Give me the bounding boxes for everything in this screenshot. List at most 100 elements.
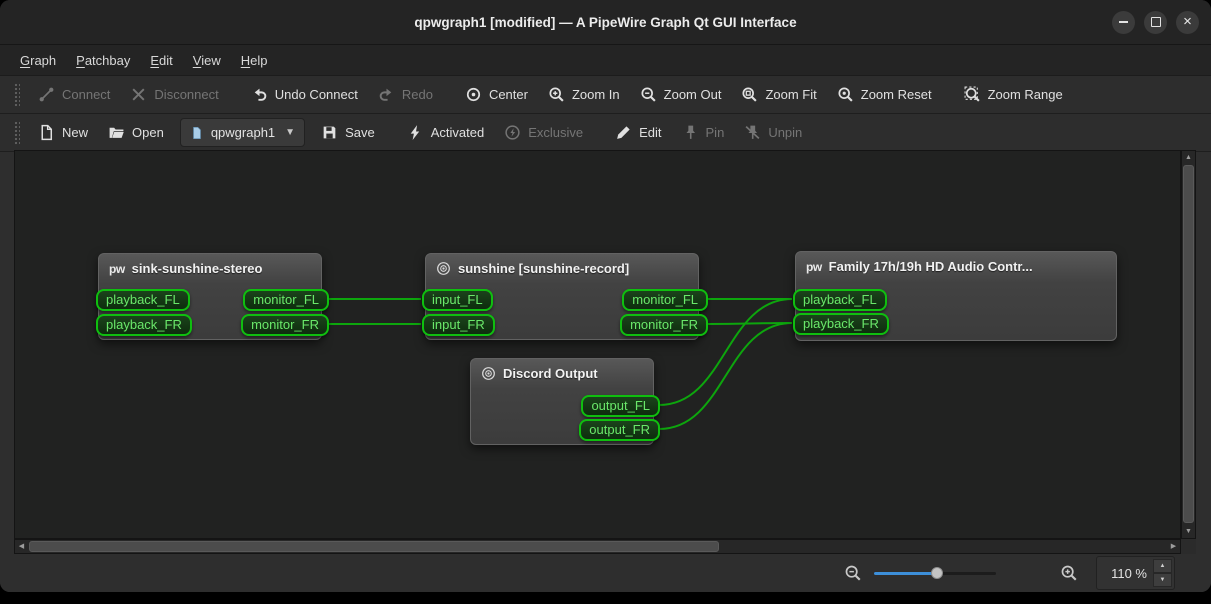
zoom-out-icon[interactable] [844, 564, 862, 582]
node-title: sink-sunshine-stereo [132, 261, 263, 276]
node-title: Family 17h/19h HD Audio Contr... [829, 259, 1033, 274]
menu-help[interactable]: Help [231, 48, 278, 73]
window-controls: × [1112, 0, 1199, 44]
close-button[interactable]: × [1176, 11, 1199, 34]
scroll-left-arrow[interactable]: ◀ [15, 540, 28, 553]
node-header: Discord Output [471, 359, 653, 388]
zoom-value: 110 % [1105, 566, 1147, 581]
statusbar: 110 % ▲ ▼ [0, 554, 1211, 592]
port-playback-fl[interactable]: playback_FL [96, 289, 190, 311]
undo-label: Undo Connect [275, 87, 358, 102]
titlebar: qpwgraph1 [modified] — A PipeWire Graph … [0, 0, 1211, 45]
port-monitor-fr[interactable]: monitor_FR [241, 314, 329, 336]
menu-view[interactable]: View [183, 48, 231, 73]
redo-label: Redo [402, 87, 433, 102]
menu-patchbay[interactable]: Patchbay [66, 48, 140, 73]
port-monitor-fl[interactable]: monitor_FL [622, 289, 708, 311]
unpin-button[interactable]: Unpin [734, 118, 812, 147]
canvas-area: pw sink-sunshine-stereo playback_FL play… [14, 150, 1196, 554]
scroll-right-arrow[interactable]: ▶ [1167, 540, 1180, 553]
session-name: qpwgraph1 [211, 125, 275, 140]
connections-layer [15, 151, 1180, 538]
port-monitor-fl[interactable]: monitor_FL [243, 289, 329, 311]
zoom-spinbox[interactable]: 110 % ▲ ▼ [1096, 556, 1175, 590]
port-monitor-fr[interactable]: monitor_FR [620, 314, 708, 336]
zoom-out-button[interactable]: Zoom Out [630, 80, 732, 109]
session-combobox[interactable]: qpwgraph1 ▼ [180, 118, 305, 147]
node-title: Discord Output [503, 366, 598, 381]
undo-connect-button[interactable]: Undo Connect [241, 80, 368, 109]
horizontal-scrollbar[interactable]: ◀ ▶ [14, 539, 1181, 554]
spin-up-button[interactable]: ▲ [1153, 559, 1172, 573]
minimize-button[interactable] [1112, 11, 1135, 34]
graph-node-discord-output[interactable]: Discord Output output_FL output_FR [470, 358, 654, 445]
zoom-slider-thumb[interactable] [931, 567, 943, 579]
audio-icon [481, 366, 496, 381]
zoom-reset-icon [837, 86, 854, 103]
disconnect-label: Disconnect [154, 87, 218, 102]
activated-button[interactable]: Activated [397, 118, 494, 147]
scroll-up-arrow[interactable]: ▲ [1182, 151, 1195, 164]
spin-buttons: ▲ ▼ [1153, 559, 1172, 587]
window-title: qpwgraph1 [modified] — A PipeWire Graph … [414, 15, 796, 30]
toolbar-drag-handle[interactable] [14, 121, 20, 145]
port-playback-fl[interactable]: playback_FL [793, 289, 887, 311]
save-button[interactable]: Save [311, 118, 385, 147]
zoom-range-label: Zoom Range [988, 87, 1063, 102]
disconnect-button[interactable]: Disconnect [120, 80, 228, 109]
graph-toolbar: Connect Disconnect Undo Connect Redo Cen… [0, 76, 1211, 114]
zoom-slider[interactable] [874, 565, 996, 581]
redo-icon [378, 86, 395, 103]
port-output-fl[interactable]: output_FL [581, 395, 660, 417]
graph-node-sunshine[interactable]: sunshine [sunshine-record] input_FL inpu… [425, 253, 699, 340]
zoom-in-button[interactable]: Zoom In [538, 80, 630, 109]
port-input-fr[interactable]: input_FR [422, 314, 495, 336]
center-icon [465, 86, 482, 103]
new-button[interactable]: New [28, 118, 98, 147]
toolbar-drag-handle[interactable] [14, 83, 20, 107]
node-header: sunshine [sunshine-record] [426, 254, 698, 283]
vertical-scrollbar[interactable]: ▲ ▼ [1181, 150, 1196, 539]
zoom-in-icon[interactable] [1060, 564, 1078, 582]
open-button[interactable]: Open [98, 118, 174, 147]
zoom-fit-button[interactable]: Zoom Fit [731, 80, 826, 109]
activated-bolt-icon [407, 124, 424, 141]
activated-label: Activated [431, 125, 484, 140]
center-button[interactable]: Center [455, 80, 538, 109]
pin-label: Pin [706, 125, 725, 140]
port-output-fr[interactable]: output_FR [579, 419, 660, 441]
graph-canvas[interactable]: pw sink-sunshine-stereo playback_FL play… [14, 150, 1181, 539]
vertical-scrollbar-thumb[interactable] [1183, 165, 1194, 523]
redo-button[interactable]: Redo [368, 80, 443, 109]
pin-icon [682, 124, 699, 141]
zoom-in-label: Zoom In [572, 87, 620, 102]
pipewire-icon: pw [806, 261, 822, 273]
undo-icon [251, 86, 268, 103]
edit-label: Edit [639, 125, 661, 140]
zoom-range-button[interactable]: Zoom Range [954, 80, 1073, 109]
zoom-range-icon [964, 86, 981, 103]
zoom-reset-button[interactable]: Zoom Reset [827, 80, 942, 109]
scroll-down-arrow[interactable]: ▼ [1182, 525, 1195, 538]
pin-button[interactable]: Pin [672, 118, 735, 147]
file-toolbar: New Open qpwgraph1 ▼ Save Activated Excl… [0, 114, 1211, 152]
save-icon [321, 124, 338, 141]
spin-down-button[interactable]: ▼ [1153, 573, 1172, 587]
menu-graph[interactable]: Graph [10, 48, 66, 73]
port-input-fl[interactable]: input_FL [422, 289, 493, 311]
zoom-reset-label: Zoom Reset [861, 87, 932, 102]
connect-button[interactable]: Connect [28, 80, 120, 109]
port-playback-fr[interactable]: playback_FR [96, 314, 192, 336]
maximize-button[interactable] [1144, 11, 1167, 34]
pipewire-icon: pw [109, 263, 125, 275]
node-header: pw Family 17h/19h HD Audio Contr... [796, 252, 1116, 281]
graph-node-sink-sunshine-stereo[interactable]: pw sink-sunshine-stereo playback_FL play… [98, 253, 322, 340]
menu-edit[interactable]: Edit [140, 48, 182, 73]
exclusive-button[interactable]: Exclusive [494, 118, 593, 147]
edit-button[interactable]: Edit [605, 118, 671, 147]
port-playback-fr[interactable]: playback_FR [793, 313, 889, 335]
node-header: pw sink-sunshine-stereo [99, 254, 321, 283]
graph-node-family-hd-audio[interactable]: pw Family 17h/19h HD Audio Contr... play… [795, 251, 1117, 341]
horizontal-scrollbar-thumb[interactable] [29, 541, 719, 552]
zoom-fit-icon [741, 86, 758, 103]
